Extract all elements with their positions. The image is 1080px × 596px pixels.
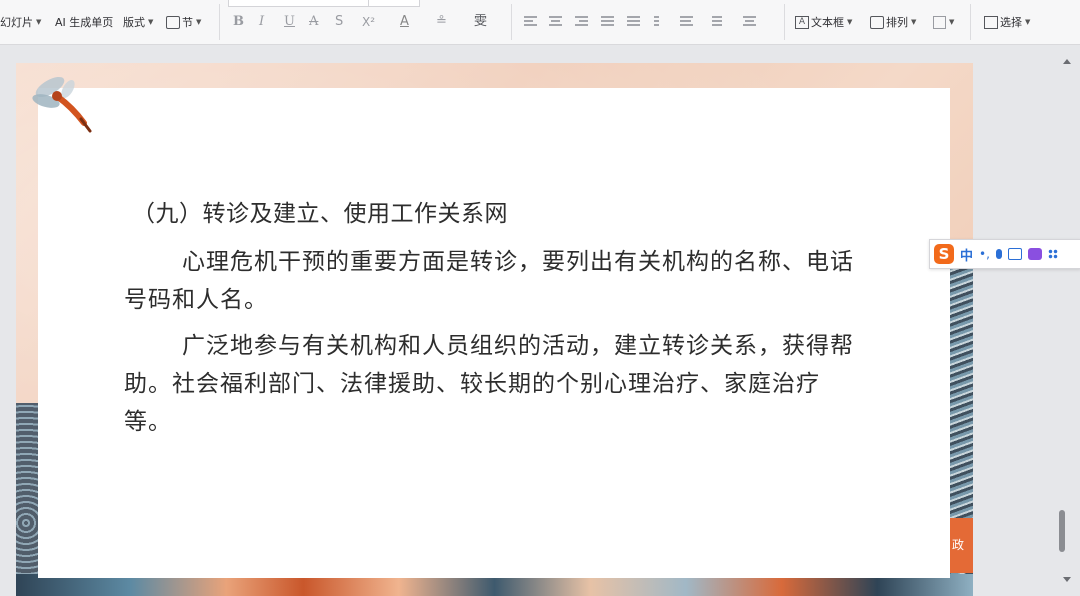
textbox-button[interactable]: A 文本框 ▼ xyxy=(795,13,852,31)
section-heading[interactable]: （九）转诊及建立、使用工作关系网 xyxy=(132,199,864,229)
textbox-icon: A xyxy=(795,15,809,29)
ime-punctuation-toggle[interactable]: •, xyxy=(979,247,990,261)
slide-button-label: 幻灯片 xyxy=(0,16,33,29)
bold-button[interactable]: B xyxy=(233,14,244,30)
ime-toolbar[interactable]: S 中 •, xyxy=(929,239,1080,269)
section-button-label: 节 xyxy=(182,16,193,29)
paragraph-2[interactable]: 广泛地参与有关机构和人员组织的活动，建立转诊关系，获得帮助。社会福利部门、法律援… xyxy=(124,327,864,441)
scrollbar-thumb[interactable] xyxy=(1059,510,1065,552)
font-size-box[interactable] xyxy=(368,0,420,7)
align-center-icon[interactable] xyxy=(549,15,562,27)
slide-canvas[interactable]: 政 （九）转诊及建立、使用工作关系网 心理危机干预的重要方面是转诊，要列出有关机… xyxy=(16,63,973,596)
strikethrough-button[interactable]: A xyxy=(309,14,318,30)
ai-single-page-label: AI 生成单页 xyxy=(55,16,114,29)
font-name-box[interactable] xyxy=(228,0,370,7)
slide-button[interactable]: 幻灯片 ▼ xyxy=(0,13,41,31)
rotate-icon xyxy=(933,15,946,29)
rotate-button[interactable]: ▼ xyxy=(933,13,954,31)
ai-single-page-button[interactable]: AI 生成单页 xyxy=(55,13,113,31)
paragraph-1[interactable]: 心理危机干预的重要方面是转诊，要列出有关机构的名称、电话号码和人名。 xyxy=(124,243,864,319)
dragonfly-icon xyxy=(32,76,92,133)
superscript-button[interactable]: X² xyxy=(362,14,375,30)
highlight-button[interactable]: ≗ xyxy=(436,14,447,30)
ribbon-toolbar: 幻灯片 ▼ AI 生成单页 版式 ▼ 节 ▼ B I U A S X² A ≗ 雯 xyxy=(0,0,1080,45)
italic-button[interactable]: I xyxy=(259,14,264,30)
skin-icon[interactable] xyxy=(1027,248,1042,260)
distribute-icon[interactable] xyxy=(627,15,640,27)
keyboard-icon[interactable] xyxy=(1007,248,1022,260)
ime-language-toggle[interactable]: 中 xyxy=(960,245,973,264)
line-spacing-icon[interactable] xyxy=(707,15,729,27)
text-shadow-button[interactable]: S xyxy=(335,14,343,30)
font-color-button[interactable]: A xyxy=(400,14,409,30)
text-direction-icon[interactable] xyxy=(680,15,693,27)
align-left-icon[interactable] xyxy=(524,15,537,27)
layout-button-label: 版式 xyxy=(123,16,145,29)
scroll-up-arrow-icon[interactable] xyxy=(1063,59,1071,64)
phonetic-guide-button[interactable]: 雯 xyxy=(474,14,487,30)
underline-button[interactable]: U xyxy=(284,14,295,30)
columns-icon[interactable] xyxy=(654,15,667,27)
arrange-icon xyxy=(870,15,884,29)
align-right-icon[interactable] xyxy=(575,15,588,27)
section-button[interactable]: 节 ▼ xyxy=(166,13,201,31)
toolbox-icon[interactable] xyxy=(1047,249,1058,259)
section-icon xyxy=(166,15,180,29)
arrange-button[interactable]: 排列 ▼ xyxy=(870,13,916,31)
slide-text-content[interactable]: （九）转诊及建立、使用工作关系网 心理危机干预的重要方面是转诊，要列出有关机构的… xyxy=(124,199,864,449)
paragraph-spacing-icon[interactable] xyxy=(743,15,765,27)
justify-icon[interactable] xyxy=(601,15,614,27)
select-button-label: 选择 xyxy=(1000,16,1022,29)
textbox-button-label: 文本框 xyxy=(811,16,844,29)
vertical-scrollbar[interactable] xyxy=(1056,45,1080,596)
arrange-button-label: 排列 xyxy=(886,16,908,29)
sogou-logo-icon[interactable]: S xyxy=(934,244,954,264)
select-button[interactable]: 选择 ▼ xyxy=(984,13,1030,31)
scroll-down-arrow-icon[interactable] xyxy=(1063,577,1071,582)
layout-button[interactable]: 版式 ▼ xyxy=(123,13,153,31)
microphone-icon[interactable] xyxy=(995,249,1002,259)
select-icon xyxy=(984,15,998,29)
